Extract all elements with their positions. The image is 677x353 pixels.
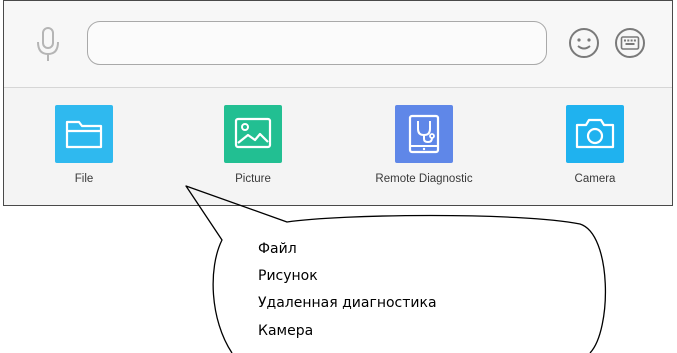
message-input[interactable] bbox=[87, 21, 547, 65]
folder-icon bbox=[55, 105, 113, 163]
keyboard-icon[interactable] bbox=[613, 26, 647, 60]
attach-picture-label: Picture bbox=[235, 173, 271, 185]
image-icon bbox=[224, 105, 282, 163]
camera-icon bbox=[566, 105, 624, 163]
callout-line-file: Файл bbox=[258, 241, 297, 257]
microphone-icon[interactable] bbox=[33, 25, 63, 65]
attach-picture-button[interactable]: Picture bbox=[193, 105, 313, 195]
callout-line-picture: Рисунок bbox=[258, 268, 318, 284]
message-input-bar bbox=[4, 1, 672, 88]
attach-camera-label: Camera bbox=[574, 173, 616, 185]
attach-file-button[interactable]: File bbox=[24, 105, 144, 195]
stethoscope-tablet-icon bbox=[395, 105, 453, 163]
remote-diagnostic-button[interactable]: Remote Diagnostic bbox=[364, 105, 484, 195]
callout-line-remote-diagnostic: Удаленная диагностика bbox=[258, 295, 437, 311]
attach-camera-button[interactable]: Camera bbox=[535, 105, 655, 195]
remote-diagnostic-label: Remote Diagnostic bbox=[375, 173, 473, 185]
callout-line-camera: Камера bbox=[258, 323, 314, 339]
emoji-icon[interactable] bbox=[567, 26, 601, 60]
attach-file-label: File bbox=[74, 173, 94, 185]
attachment-panel: File Picture Remote Diagnostic Camera bbox=[3, 0, 673, 206]
